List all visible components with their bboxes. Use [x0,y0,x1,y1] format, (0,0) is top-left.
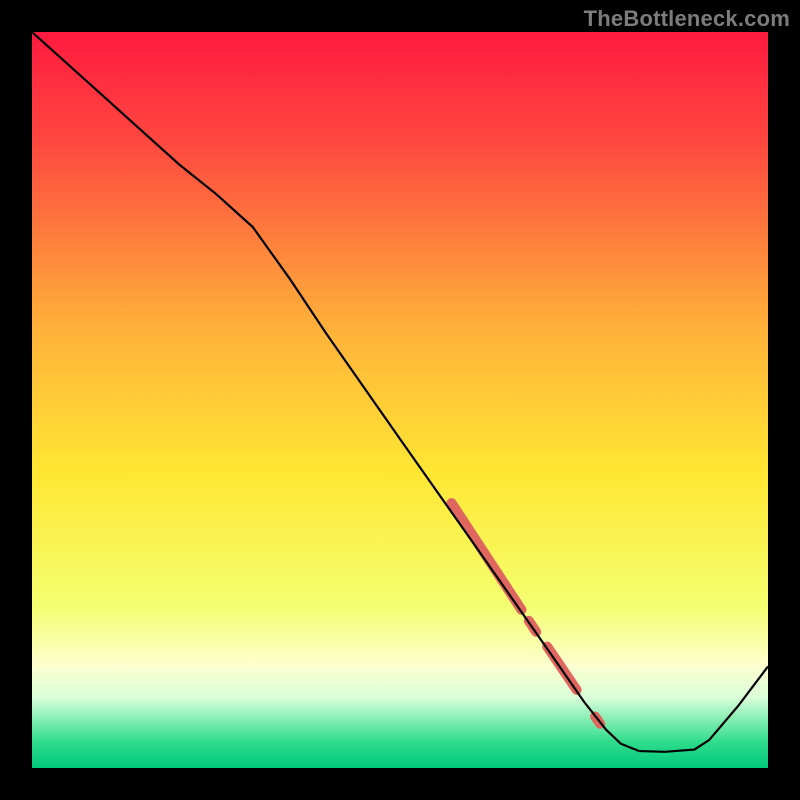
chart-plot-area [32,32,768,768]
chart-frame: TheBottleneck.com [0,0,800,800]
chart-svg [32,32,768,768]
gradient-background [32,32,768,768]
watermark-label: TheBottleneck.com [584,6,790,32]
